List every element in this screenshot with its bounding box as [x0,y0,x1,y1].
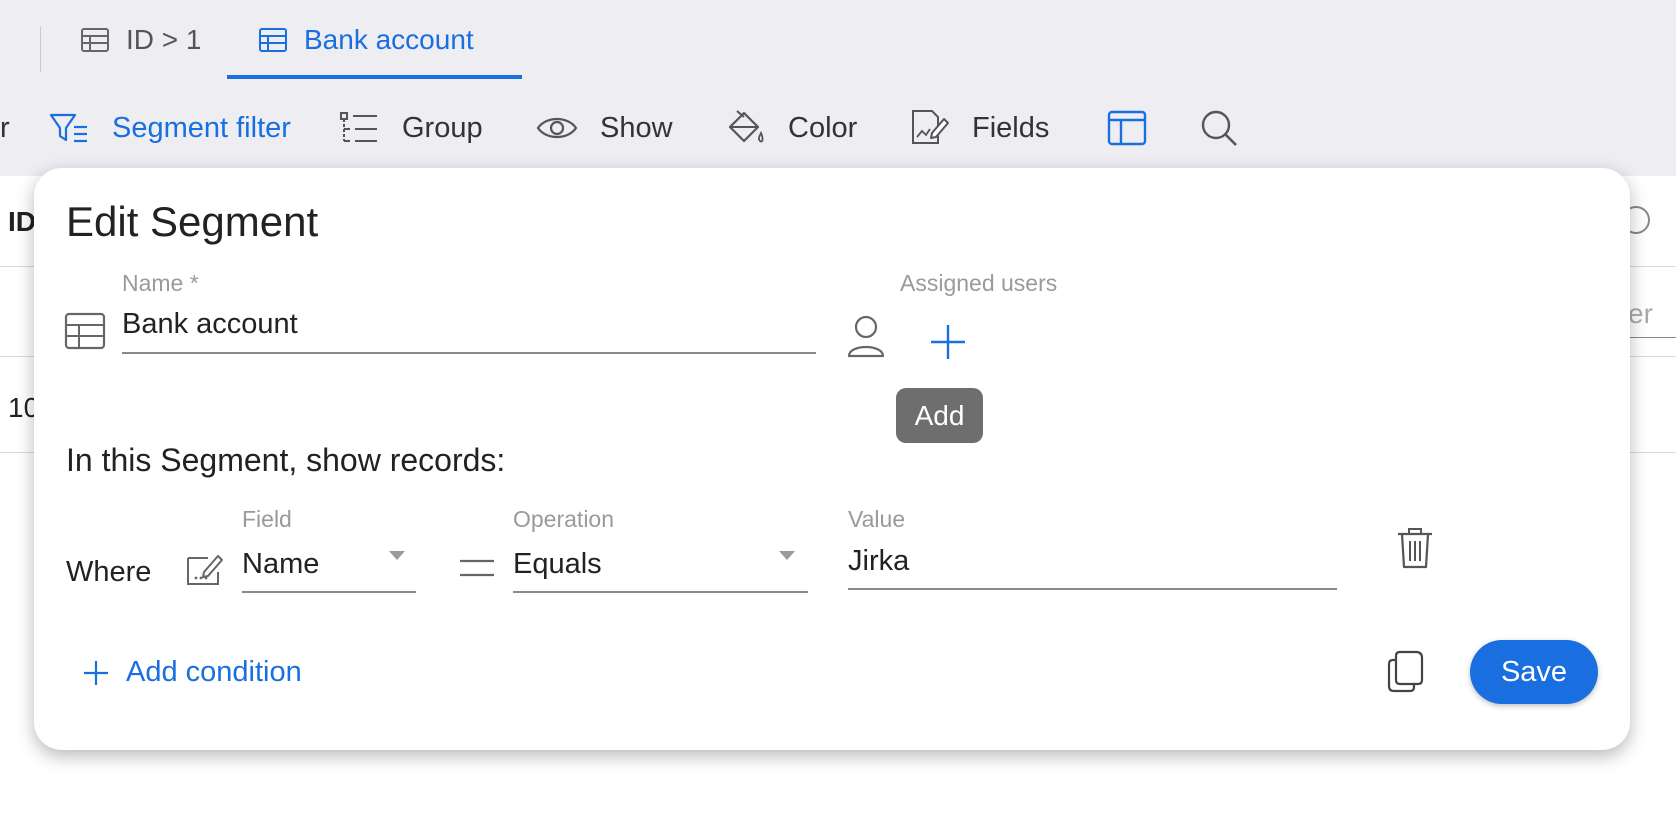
equals-icon [460,558,494,578]
field-select[interactable]: Name [242,548,319,581]
paint-bucket-icon [724,107,766,149]
eye-icon [536,107,578,149]
search-icon [1198,107,1240,149]
segment-filter-label: Segment filter [112,111,291,144]
edit-field-icon [184,550,226,588]
user-icon [846,314,886,358]
value-input-underline [848,588,1337,590]
group-tree-icon [338,107,380,149]
delete-condition-button[interactable] [1396,526,1434,570]
toolbar-partial-item[interactable]: r [0,80,10,176]
name-label: Name * [122,270,199,296]
chevron-down-icon[interactable] [388,550,406,562]
records-heading: In this Segment, show records: [66,442,506,478]
group-label: Group [402,111,483,144]
fields-button[interactable]: Fields [908,80,1049,176]
tab-bank-account[interactable]: Bank account [258,0,474,80]
save-button[interactable]: Save [1470,640,1598,704]
table-icon [64,312,106,350]
duplicate-button[interactable] [1386,648,1426,694]
table-icon [80,25,110,55]
search-button[interactable] [1198,80,1262,176]
edit-document-icon [908,107,950,149]
add-tooltip: Add [896,388,983,443]
layout-icon [1106,107,1148,149]
where-label: Where [66,556,152,588]
tab-id-gt-1[interactable]: ID > 1 [80,0,201,80]
add-user-button[interactable] [928,322,968,362]
color-label: Color [788,111,858,144]
name-input[interactable]: Bank account [122,308,298,341]
assigned-users-label: Assigned users [900,270,1058,296]
tab-separator [40,26,41,72]
layout-button[interactable] [1106,80,1170,176]
color-button[interactable]: Color [724,80,857,176]
segment-filter-button[interactable]: Segment filter [48,80,291,176]
column-header-partial: ID [8,206,36,237]
plus-icon [82,659,110,687]
field-select-underline [242,591,416,593]
add-condition-button[interactable]: Add condition [82,656,302,689]
tab-label: Bank account [304,24,474,55]
value-label: Value [848,506,906,532]
tab-bar [0,0,1676,81]
operation-select-underline [513,591,808,593]
operation-select[interactable]: Equals [513,548,602,581]
show-button[interactable]: Show [536,80,673,176]
name-input-underline [122,352,816,354]
filter-icon [48,107,90,149]
table-icon [258,25,288,55]
value-input[interactable]: Jirka [848,545,909,578]
tab-label: ID > 1 [126,24,202,55]
fields-label: Fields [972,111,1050,144]
group-button[interactable]: Group [338,80,483,176]
dialog-title: Edit Segment [66,198,319,245]
operation-label: Operation [513,506,615,532]
field-label: Field [242,506,292,532]
toolbar-partial-label: r [0,111,10,144]
chevron-down-icon[interactable] [778,550,796,562]
show-label: Show [600,111,673,144]
add-condition-label: Add condition [126,656,302,688]
active-tab-indicator [227,75,522,79]
filter-input-partial[interactable]: er [1628,298,1653,330]
